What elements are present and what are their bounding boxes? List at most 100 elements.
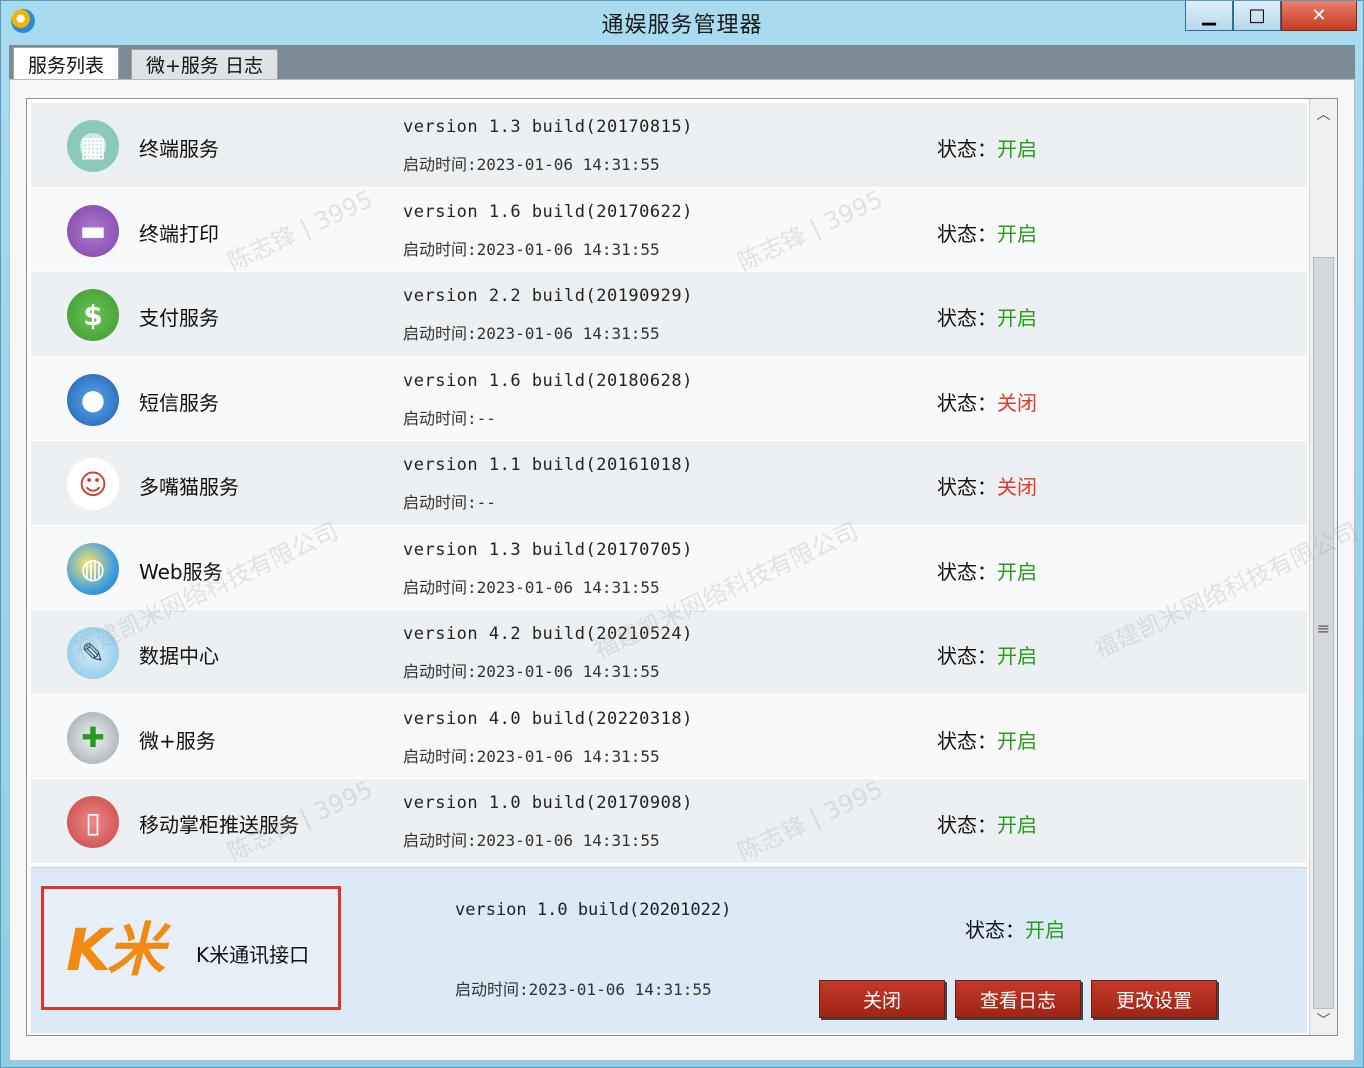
service-version: version 1.0 build(20170908) <box>403 793 693 813</box>
status-label: 状态： <box>937 559 997 584</box>
service-status: 状态：开启 <box>937 556 1037 585</box>
service-row[interactable]: ✎ 数据中心 version 4.2 build(20210524) 启动时间:202… <box>31 610 1307 695</box>
service-version: version 1.6 build(20180628) <box>403 370 693 391</box>
close-window-button[interactable]: ✕ <box>1281 1 1357 31</box>
stop-service-button[interactable]: 关闭 <box>819 980 945 1018</box>
status-label: 状态： <box>937 306 997 330</box>
title-bar[interactable]: 通娱服务管理器 ▁ □ ✕ <box>1 1 1363 43</box>
service-list-panel: ▦ 终端服务 version 1.3 build(20170815) 启动时间:202… <box>9 79 1355 1061</box>
status-value: 开启 <box>997 559 1037 584</box>
status-label: 状态： <box>937 813 997 837</box>
service-row[interactable]: ▯ 移动掌柜推送服务 version 1.0 build(20170908) 启动时间… <box>31 779 1307 864</box>
view-log-button[interactable]: 查看日志 <box>955 980 1081 1018</box>
status-value: 开启 <box>997 644 1037 668</box>
service-name: 移动掌柜推送服务 <box>139 813 299 837</box>
status-value: 开启 <box>997 306 1037 330</box>
service-name: 微+服务 <box>139 728 216 753</box>
tab-micro-service-log[interactable]: 微+服务 日志 <box>131 49 278 79</box>
chat-bubble-icon: ● <box>67 373 119 426</box>
terminal-service-icon: ▦ <box>67 120 119 172</box>
service-start-time: 启动时间:2023-01-06 14:31:55 <box>403 324 660 343</box>
globe-icon: ◍ <box>67 542 119 595</box>
selected-service-row[interactable]: K米 K米通讯接口 version 1.0 build(20201022) 启动… <box>31 867 1307 1033</box>
multi-face-icon: ☺ <box>67 458 119 510</box>
service-start-time: 启动时间:-- <box>403 408 496 428</box>
vertical-scrollbar[interactable]: ︿ ≡ ﹀ <box>1309 99 1337 1035</box>
selected-service-start-time: 启动时间:2023-01-06 14:31:55 <box>455 980 712 999</box>
service-version: version 1.6 build(20170622) <box>403 201 693 222</box>
service-status: 状态：开启 <box>937 218 1037 247</box>
service-name: 支付服务 <box>139 306 219 330</box>
service-rows: ▦ 终端服务 version 1.3 build(20170815) 启动时间:202… <box>31 103 1307 864</box>
service-start-time: 启动时间:2023-01-06 14:31:55 <box>403 746 660 766</box>
status-value: 关闭 <box>997 475 1037 499</box>
service-status: 状态：开启 <box>937 640 1037 669</box>
service-version: version 1.3 build(20170705) <box>403 539 693 560</box>
status-label: 状态： <box>937 475 997 499</box>
service-row[interactable]: ☺ 多嘴猫服务 version 1.1 build(20161018) 启动时间:--… <box>31 441 1307 526</box>
service-name: 数据中心 <box>139 644 219 668</box>
status-label: 状态： <box>937 137 997 161</box>
service-start-time: 启动时间:2023-01-06 14:31:55 <box>403 662 660 681</box>
service-status: 状态：开启 <box>937 725 1037 754</box>
service-start-time: 启动时间:2023-01-06 14:31:55 <box>403 831 660 850</box>
printer-icon: ▬ <box>67 204 119 257</box>
service-status: 状态：开启 <box>937 302 1037 331</box>
service-manager-window: 通娱服务管理器 ▁ □ ✕ 服务列表 微+服务 日志 ▦ 终端服务 version … <box>0 0 1364 1068</box>
service-row[interactable]: ✚ 微+服务 version 4.0 build(20220318) 启动时间:202… <box>31 694 1307 779</box>
service-row[interactable]: ▬ 终端打印 version 1.6 build(20170622) 启动时间:202… <box>31 187 1307 272</box>
data-center-icon: ✎ <box>67 627 119 679</box>
service-status: 状态：关闭 <box>937 471 1037 500</box>
service-status: 状态：开启 <box>937 809 1037 838</box>
highlight-box: K米 K米通讯接口 <box>41 886 341 1010</box>
service-row[interactable]: ● 短信服务 version 1.6 build(20180628) 启动时间:-- 状… <box>31 356 1307 441</box>
service-version: version 1.3 build(20170815) <box>403 117 693 137</box>
kmi-logo-icon: K米 <box>66 916 165 984</box>
status-label: 状态： <box>937 728 997 753</box>
mobile-icon: ▯ <box>67 796 119 848</box>
maximize-button[interactable]: □ <box>1233 1 1281 31</box>
scroll-up-arrow-icon[interactable]: ︿ <box>1310 101 1337 127</box>
service-status: 状态：开启 <box>937 133 1037 162</box>
service-name: Web服务 <box>139 559 223 584</box>
service-name: 终端服务 <box>139 137 219 161</box>
status-label: 状态： <box>937 390 997 415</box>
selected-service-status: 状态：开启 <box>965 914 1065 943</box>
service-row[interactable]: ◍ Web服务 version 1.3 build(20170705) 启动时间:20… <box>31 525 1307 610</box>
service-name: 终端打印 <box>139 221 219 246</box>
service-version: version 1.1 build(20161018) <box>403 455 693 475</box>
status-value: 开启 <box>997 221 1037 246</box>
status-value: 开启 <box>997 137 1037 161</box>
status-label: 状态： <box>937 644 997 668</box>
window-controls: ▁ □ ✕ <box>1185 1 1357 31</box>
status-value: 开启 <box>1025 918 1065 942</box>
status-label: 状态： <box>965 918 1025 942</box>
status-value: 开启 <box>997 813 1037 837</box>
service-start-time: 启动时间:2023-01-06 14:31:55 <box>403 577 660 597</box>
tab-service-list[interactable]: 服务列表 <box>13 47 120 81</box>
service-start-time: 启动时间:2023-01-06 14:31:55 <box>403 155 660 174</box>
service-start-time: 启动时间:2023-01-06 14:31:55 <box>403 239 660 259</box>
service-name: 多嘴猫服务 <box>139 475 239 499</box>
status-label: 状态： <box>937 221 997 246</box>
service-list: ▦ 终端服务 version 1.3 build(20170815) 启动时间:202… <box>26 98 1338 1036</box>
service-row[interactable]: ▦ 终端服务 version 1.3 build(20170815) 启动时间:202… <box>31 103 1307 188</box>
selected-service-name: K米通讯接口 <box>196 943 310 967</box>
change-settings-button[interactable]: 更改设置 <box>1091 980 1217 1018</box>
scrollbar-grip-icon: ≡ <box>1316 619 1331 638</box>
status-value: 开启 <box>997 728 1037 753</box>
service-status: 状态：关闭 <box>937 387 1037 416</box>
service-name: 短信服务 <box>139 390 219 415</box>
service-version: version 4.2 build(20210524) <box>403 624 693 644</box>
tab-strip: 服务列表 微+服务 日志 <box>9 45 1355 81</box>
window-title: 通娱服务管理器 <box>601 13 763 38</box>
database-add-icon: ✚ <box>67 711 119 764</box>
service-start-time: 启动时间:-- <box>403 493 496 512</box>
scroll-down-arrow-icon[interactable]: ﹀ <box>1310 1007 1337 1033</box>
selected-service-version: version 1.0 build(20201022) <box>455 900 732 920</box>
dollar-icon: $ <box>67 289 119 341</box>
minimize-button[interactable]: ▁ <box>1185 1 1233 31</box>
service-row[interactable]: $ 支付服务 version 2.2 build(20190929) 启动时间:202… <box>31 272 1307 357</box>
service-version: version 4.0 build(20220318) <box>403 708 693 729</box>
service-version: version 2.2 build(20190929) <box>403 286 693 306</box>
